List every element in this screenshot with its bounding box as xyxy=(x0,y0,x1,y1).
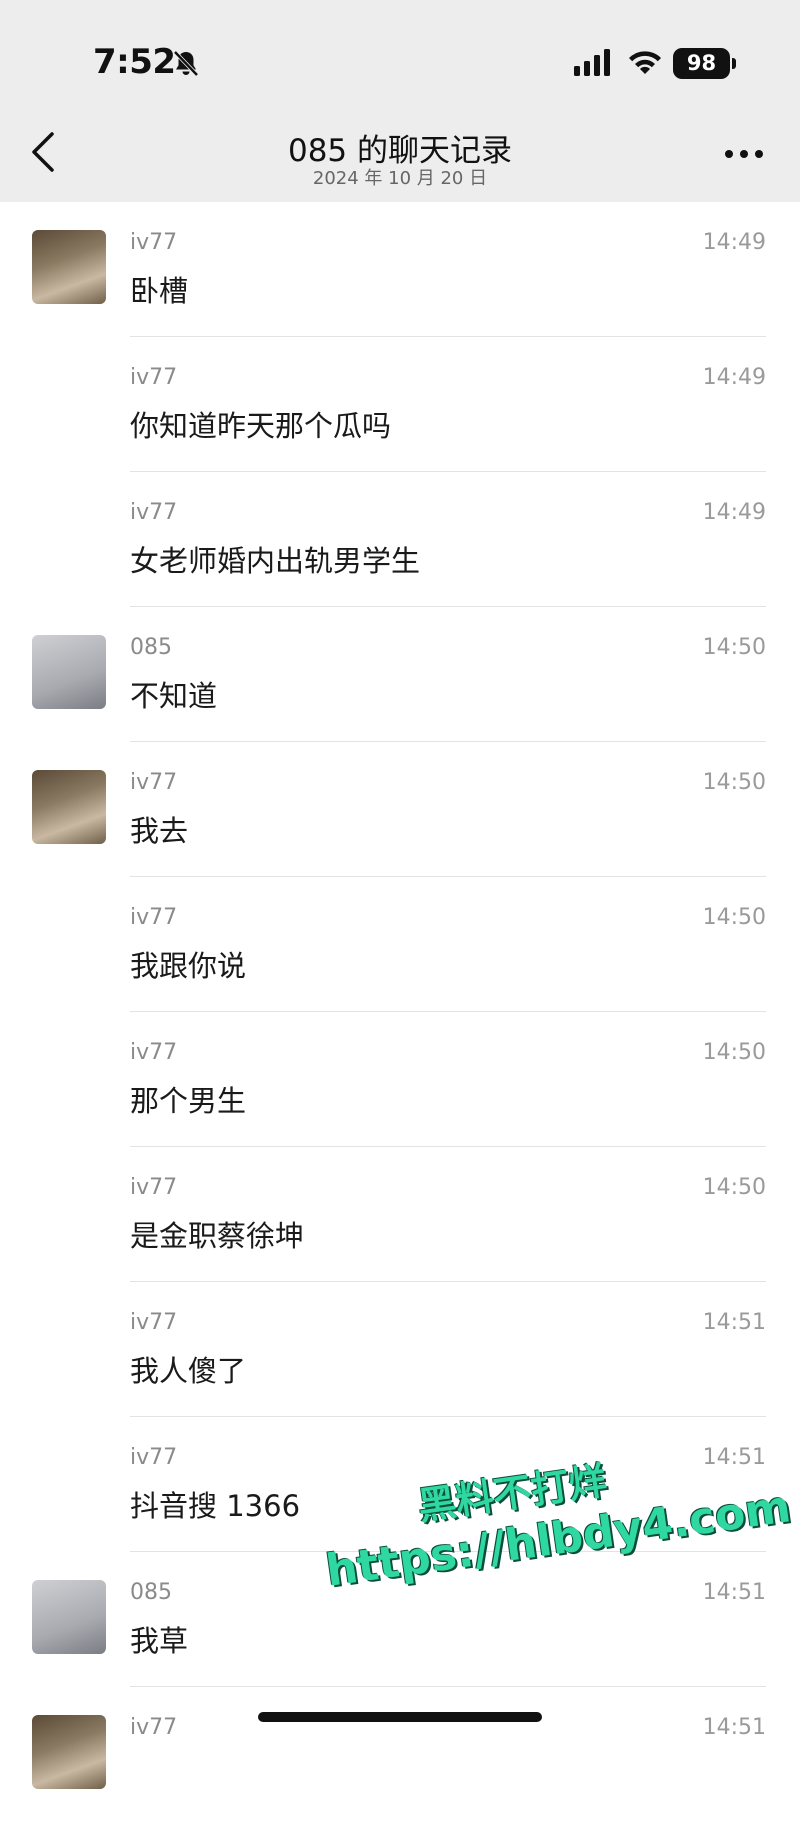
message-text: 卧槽 xyxy=(130,274,189,308)
message-text: 那个男生 xyxy=(130,1084,247,1118)
message-text: 是金职蔡徐坤 xyxy=(130,1219,305,1253)
sender-name: iv77 xyxy=(130,500,178,525)
message-time: 14:50 xyxy=(702,635,766,660)
more-dots-icon[interactable] xyxy=(724,148,764,160)
message-text: 我草 xyxy=(130,1624,189,1658)
wifi-icon xyxy=(629,51,661,74)
message-row[interactable]: iv77 14:50 我跟你说 xyxy=(0,877,800,1012)
message-time: 14:50 xyxy=(702,905,766,930)
sender-name: iv77 xyxy=(130,1040,178,1065)
sender-name: iv77 xyxy=(130,770,178,795)
message-row[interactable]: 085 14:50 不知道 xyxy=(0,607,800,742)
sender-name: iv77 xyxy=(130,230,178,255)
sender-name: iv77 xyxy=(130,1175,178,1200)
avatar[interactable] xyxy=(32,635,106,709)
status-time: 7:52 xyxy=(93,42,176,82)
sender-name: 085 xyxy=(130,1580,172,1605)
avatar[interactable] xyxy=(32,1580,106,1654)
message-text: 你知道昨天那个瓜吗 xyxy=(130,409,392,443)
message-row[interactable]: iv77 14:49 你知道昨天那个瓜吗 xyxy=(0,337,800,472)
message-time: 14:49 xyxy=(702,500,766,525)
bell-muted-icon xyxy=(173,50,199,77)
message-time: 14:49 xyxy=(702,230,766,255)
message-text: 不知道 xyxy=(130,679,218,713)
message-text: 我去 xyxy=(130,814,189,848)
message-time: 14:51 xyxy=(702,1580,766,1605)
message-row[interactable]: iv77 14:51 xyxy=(0,1687,800,1822)
message-row[interactable]: iv77 14:51 我人傻了 xyxy=(0,1282,800,1417)
message-row[interactable]: iv77 14:50 我去 xyxy=(0,742,800,877)
chat-date: 2024 年 10 月 20 日 xyxy=(312,168,488,189)
message-text: 女老师婚内出轨男学生 xyxy=(130,544,421,578)
battery-tip xyxy=(732,58,736,69)
avatar[interactable] xyxy=(32,230,106,304)
message-time: 14:49 xyxy=(702,365,766,390)
battery-level: 98 xyxy=(673,48,730,79)
message-row[interactable]: iv77 14:49 女老师婚内出轨男学生 xyxy=(0,472,800,607)
message-time: 14:50 xyxy=(702,770,766,795)
avatar[interactable] xyxy=(32,1715,106,1789)
message-text: 我人傻了 xyxy=(130,1354,247,1388)
message-time: 14:50 xyxy=(702,1040,766,1065)
sender-name: iv77 xyxy=(130,1445,178,1470)
sender-name: iv77 xyxy=(130,905,178,930)
message-row[interactable]: iv77 14:50 是金职蔡徐坤 xyxy=(0,1147,800,1282)
message-row[interactable]: iv77 14:50 那个男生 xyxy=(0,1012,800,1147)
cellular-signal-icon xyxy=(574,49,610,76)
message-time: 14:51 xyxy=(702,1715,766,1740)
home-indicator[interactable] xyxy=(258,1712,542,1722)
message-row[interactable]: iv77 14:49 卧槽 xyxy=(0,202,800,337)
sender-name: 085 xyxy=(130,635,172,660)
sender-name: iv77 xyxy=(130,1310,178,1335)
top-bar: 7:52 98 085 的聊天记录 2024 年 10 月 20 日 xyxy=(0,0,800,202)
sender-name: iv77 xyxy=(130,365,178,390)
message-text: 我跟你说 xyxy=(130,949,247,983)
message-text: 抖音搜 1366 xyxy=(130,1489,301,1523)
avatar[interactable] xyxy=(32,770,106,844)
sender-name: iv77 xyxy=(130,1715,178,1740)
message-time: 14:51 xyxy=(702,1310,766,1335)
message-time: 14:50 xyxy=(702,1175,766,1200)
